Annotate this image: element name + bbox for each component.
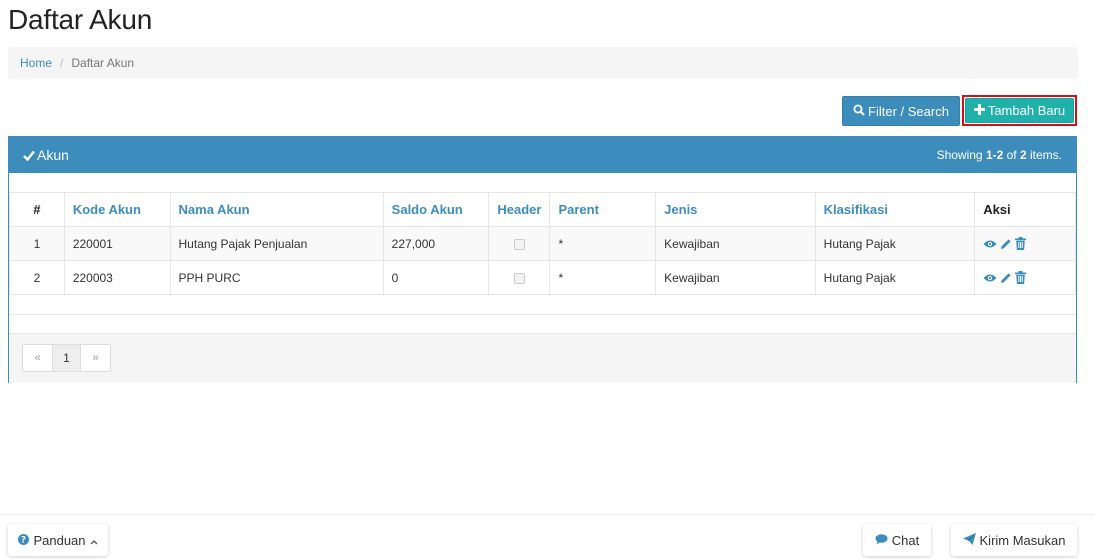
filter-search-button[interactable]: Filter / Search: [842, 96, 960, 126]
nama-akun-cell: PPH PURC: [169, 260, 384, 295]
jenis-cell: Kewajiban: [655, 226, 816, 261]
pagination-page-1[interactable]: 1: [52, 345, 81, 371]
kirim-masukan-button[interactable]: Kirim Masukan: [951, 524, 1077, 556]
chat-button[interactable]: Chat: [863, 524, 931, 556]
header-cell: [488, 260, 551, 295]
pagination-next[interactable]: »: [81, 345, 110, 371]
breadcrumb: Home / Daftar Akun: [8, 47, 1078, 79]
klasifikasi-cell: Hutang Pajak: [814, 260, 976, 295]
jenis-cell: Kewajiban: [655, 260, 816, 295]
column-header-nama-akun[interactable]: Nama Akun: [169, 192, 384, 227]
header-checkbox[interactable]: [513, 238, 525, 250]
column-header-jenis[interactable]: Jenis: [655, 192, 816, 227]
paper-plane-icon: [962, 532, 976, 548]
panel-heading: Akun Showing 1-2 of 2 items.: [9, 137, 1076, 173]
panel-footer: « 1 »: [9, 333, 1076, 383]
chevron-up-icon: [90, 533, 98, 548]
trash-icon[interactable]: [1015, 271, 1027, 284]
kode-akun-cell: 220001: [63, 226, 171, 261]
saldo-akun-cell: 227,000: [382, 226, 490, 261]
aksi-cell: [974, 226, 1076, 261]
breadcrumb-current: Daftar Akun: [71, 56, 135, 70]
parent-cell: *: [549, 226, 657, 261]
header-cell: [488, 226, 551, 261]
add-button-highlight: Tambah Baru: [962, 95, 1077, 126]
trash-icon[interactable]: [1015, 237, 1027, 250]
summary-total: 2: [1019, 148, 1027, 162]
breadcrumb-separator: /: [60, 56, 64, 70]
table-header-row: # Kode Akun Nama Akun Saldo Akun Header …: [9, 192, 1076, 227]
column-header-saldo-akun[interactable]: Saldo Akun: [382, 192, 490, 227]
column-header-aksi: Aksi: [974, 192, 1076, 227]
row-number: 2: [9, 260, 65, 295]
column-header-no: #: [9, 192, 65, 227]
column-header-klasifikasi[interactable]: Klasifikasi: [814, 192, 976, 227]
chat-label: Chat: [891, 532, 920, 548]
summary-prefix: Showing: [936, 148, 986, 162]
summary-range: 1-2: [985, 148, 1004, 162]
klasifikasi-cell: Hutang Pajak: [814, 226, 976, 261]
pagination: « 1 »: [22, 344, 111, 372]
panel-title: Akun: [23, 147, 69, 164]
kode-akun-cell: 220003: [63, 260, 171, 295]
table-empty-row: [9, 296, 1076, 315]
panel-title-text: Akun: [37, 146, 69, 163]
table-row: 1 220001 Hutang Pajak Penjualan 227,000 …: [9, 226, 1076, 261]
summary-suffix: items.: [1026, 148, 1062, 162]
page-title: Daftar Akun: [8, 4, 153, 35]
filter-search-label: Filter / Search: [868, 103, 949, 119]
comment-icon: [875, 533, 888, 548]
table-row: 2 220003 PPH PURC 0 * Kewajiban Hutang P…: [9, 260, 1076, 295]
plus-icon: [973, 103, 985, 118]
aksi-cell: [974, 260, 1076, 295]
check-icon: [23, 148, 35, 164]
eye-icon[interactable]: [983, 273, 997, 283]
akun-table: # Kode Akun Nama Akun Saldo Akun Header …: [9, 192, 1076, 295]
question-circle-icon: ?: [18, 533, 30, 548]
panduan-label: Panduan: [33, 532, 86, 548]
nama-akun-cell: Hutang Pajak Penjualan: [169, 226, 384, 261]
add-new-label: Tambah Baru: [987, 103, 1066, 118]
summary-of: of: [1003, 148, 1020, 162]
saldo-akun-cell: 0: [382, 260, 490, 295]
pencil-icon[interactable]: [1000, 238, 1012, 250]
parent-cell: *: [549, 260, 657, 295]
row-number: 1: [9, 226, 65, 261]
panduan-button[interactable]: ? Panduan: [8, 524, 108, 556]
breadcrumb-home-link[interactable]: Home: [20, 56, 52, 70]
search-icon: [853, 104, 865, 119]
column-header-kode-akun[interactable]: Kode Akun: [63, 192, 171, 227]
pencil-icon[interactable]: [1000, 272, 1012, 284]
add-new-button[interactable]: Tambah Baru: [965, 98, 1074, 123]
svg-text:?: ?: [22, 535, 27, 544]
column-header-parent[interactable]: Parent: [549, 192, 657, 227]
column-header-header[interactable]: Header: [488, 192, 551, 227]
bottom-bar: ? Panduan Chat Kirim Masukan: [0, 514, 1095, 559]
header-checkbox[interactable]: [513, 272, 525, 284]
eye-icon[interactable]: [983, 239, 997, 249]
pagination-prev[interactable]: «: [23, 345, 52, 371]
kirim-masukan-label: Kirim Masukan: [979, 532, 1066, 548]
akun-panel: Akun Showing 1-2 of 2 items. # Kode Akun…: [8, 136, 1077, 383]
items-summary: Showing 1-2 of 2 items.: [937, 148, 1062, 162]
